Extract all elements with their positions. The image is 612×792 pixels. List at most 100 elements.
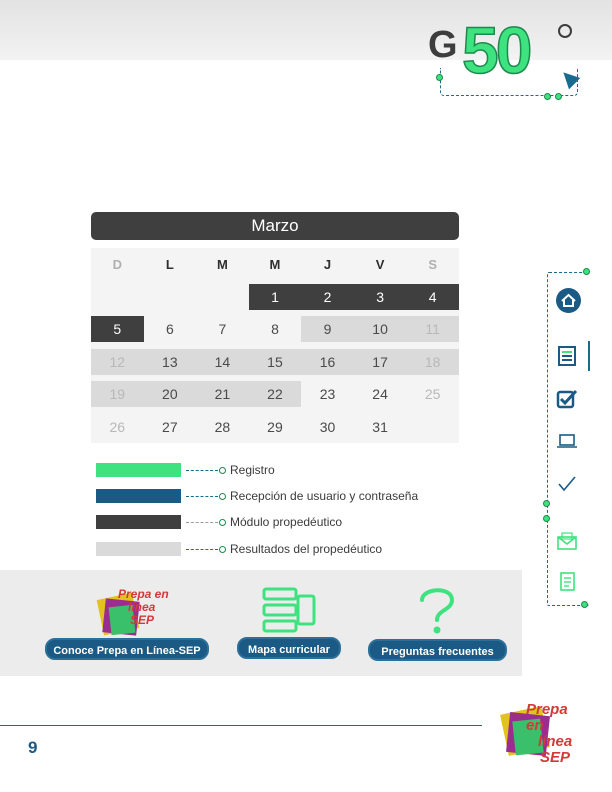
calendar-day: 31 (372, 418, 388, 435)
legend-item: Resultados del propedéutico (96, 540, 456, 566)
calendar-week-row: 1234 (91, 281, 459, 314)
legend-label: Registro (230, 463, 275, 477)
legend-item: Módulo propedéutico (96, 513, 456, 539)
calendar-week-row: 5 6 7 8 9 10 11 (91, 313, 459, 346)
calendar-day: 5 (91, 316, 144, 343)
calendar-day (406, 414, 459, 440)
calendar-day (91, 284, 144, 310)
calendar-month-title: Marzo (91, 212, 459, 240)
logo-line: línea (538, 733, 573, 750)
calendar-day: 21 (196, 381, 249, 408)
question-icon[interactable] (414, 584, 460, 636)
home-icon[interactable] (556, 288, 581, 313)
legend-item: Registro (96, 461, 456, 487)
calendar-day: 23 (319, 386, 336, 403)
calendar-day: 25 (424, 386, 441, 403)
calendar-day: 16 (301, 348, 354, 375)
calendar-day: 13 (143, 348, 197, 375)
gear-icon (558, 24, 572, 38)
legend-swatch (96, 541, 181, 556)
checkbox-icon[interactable] (556, 388, 578, 410)
calendar-day: 11 (406, 316, 459, 343)
legend-dot (219, 519, 226, 527)
nav-dot (581, 601, 588, 608)
legend-dot (219, 545, 226, 553)
calendar-week-row: 19 20 21 22 23 24 25 (91, 378, 459, 411)
calendar-day: 3 (353, 283, 407, 310)
g50-logo: G 50 (428, 12, 588, 100)
logo-text: Prepa en línea SEP (526, 702, 586, 766)
prepa-en-linea-logo[interactable]: Prepa en línea SEP (96, 586, 169, 646)
legend-connector (186, 470, 218, 471)
logo-line: SEP (540, 749, 571, 766)
logo-dot (436, 74, 443, 81)
mail-icon[interactable] (556, 530, 578, 552)
day-header: M (216, 256, 228, 272)
conoce-prepa-button[interactable]: Conoce Prepa en Línea-SEP (45, 638, 209, 660)
calendar-day: 15 (248, 348, 302, 375)
calendar-day: 26 (109, 418, 126, 435)
calendar-day: 24 (372, 386, 388, 403)
legend-dot (219, 493, 226, 501)
calendar-day: 12 (91, 348, 144, 375)
page-number: 9 (28, 738, 38, 757)
calendar-day: 6 (165, 321, 174, 338)
footer-rule (0, 725, 482, 726)
day-header: J (323, 256, 332, 272)
legend-swatch (96, 515, 181, 530)
prepa-en-linea-footer-logo: Prepa en línea SEP (500, 700, 590, 770)
calendar-day: 1 (248, 283, 302, 310)
calendar-legend: Registro Recepción de usuario y contraseñ… (96, 461, 456, 566)
legend-swatch (96, 463, 181, 477)
calendar: Marzo DLMMJVS 1 2 3 4 5 6 7 8 9 10 11 12 13 14 15 16 17 1… (91, 212, 459, 443)
calendar-day: 10 (353, 316, 407, 343)
document-icon[interactable] (556, 571, 578, 593)
calendar-day: 19 (91, 381, 144, 408)
calendar-day: 17 (353, 348, 407, 375)
day-header: L (165, 256, 174, 272)
legend-connector (186, 496, 218, 498)
logo-text: Prepa en línea SEP (118, 588, 178, 627)
calendar-day: 14 (196, 348, 249, 375)
legend-item: Recepción de usuario y contraseña (96, 487, 456, 513)
calendar-day: 4 (406, 283, 459, 310)
logo-letter: G (428, 24, 458, 66)
mapa-curricular-button[interactable]: Mapa curricular (237, 637, 341, 659)
nav-active-indicator (588, 341, 590, 371)
calendar-day: 28 (214, 418, 231, 435)
calendar-day: 9 (301, 316, 354, 343)
day-header: D (112, 256, 122, 272)
calendar-week-row: 12 13 14 15 16 17 18 (91, 346, 459, 379)
calendar-day: 29 (267, 418, 283, 435)
calendar-week-row: 26 27 28 29 30 31 (91, 411, 459, 444)
laptop-icon[interactable] (556, 430, 578, 452)
logo-line: Prepa en (526, 701, 568, 734)
calendar-day: 8 (271, 321, 279, 338)
legend-label: Resultados del propedéutico (230, 541, 383, 556)
legend-connector (186, 548, 218, 550)
curriculum-map-icon[interactable] (262, 586, 318, 634)
day-header: M (269, 256, 281, 272)
calendar-day: 22 (248, 381, 302, 408)
calendar-header-row: DLMMJVS (91, 248, 459, 281)
logo-dot (555, 93, 562, 100)
nav-dot (543, 500, 550, 507)
calendar-day: 2 (301, 283, 354, 310)
legend-label: Módulo propedéutico (230, 515, 343, 530)
calendar-day: 7 (218, 321, 227, 338)
logo-line: SEP (130, 613, 155, 627)
legend-swatch (96, 489, 181, 504)
day-header: S (428, 256, 437, 272)
calendar-day: 20 (143, 381, 197, 408)
checklist-icon[interactable] (556, 345, 578, 367)
calendar-day: 30 (319, 418, 336, 435)
legend-dot (219, 467, 226, 474)
logo-dot (544, 93, 551, 100)
preguntas-frecuentes-button[interactable]: Preguntas frecuentes (368, 639, 507, 661)
nav-dot (583, 268, 590, 275)
nav-dot (543, 515, 550, 522)
calendar-day (196, 284, 249, 310)
calendar-grid: DLMMJVS 1 2 3 4 5 6 7 8 9 10 11 12 13 14 15 16 17 18 19 20 2… (91, 248, 459, 443)
calendar-day: 27 (162, 418, 178, 435)
checkmark-icon[interactable] (556, 473, 578, 495)
